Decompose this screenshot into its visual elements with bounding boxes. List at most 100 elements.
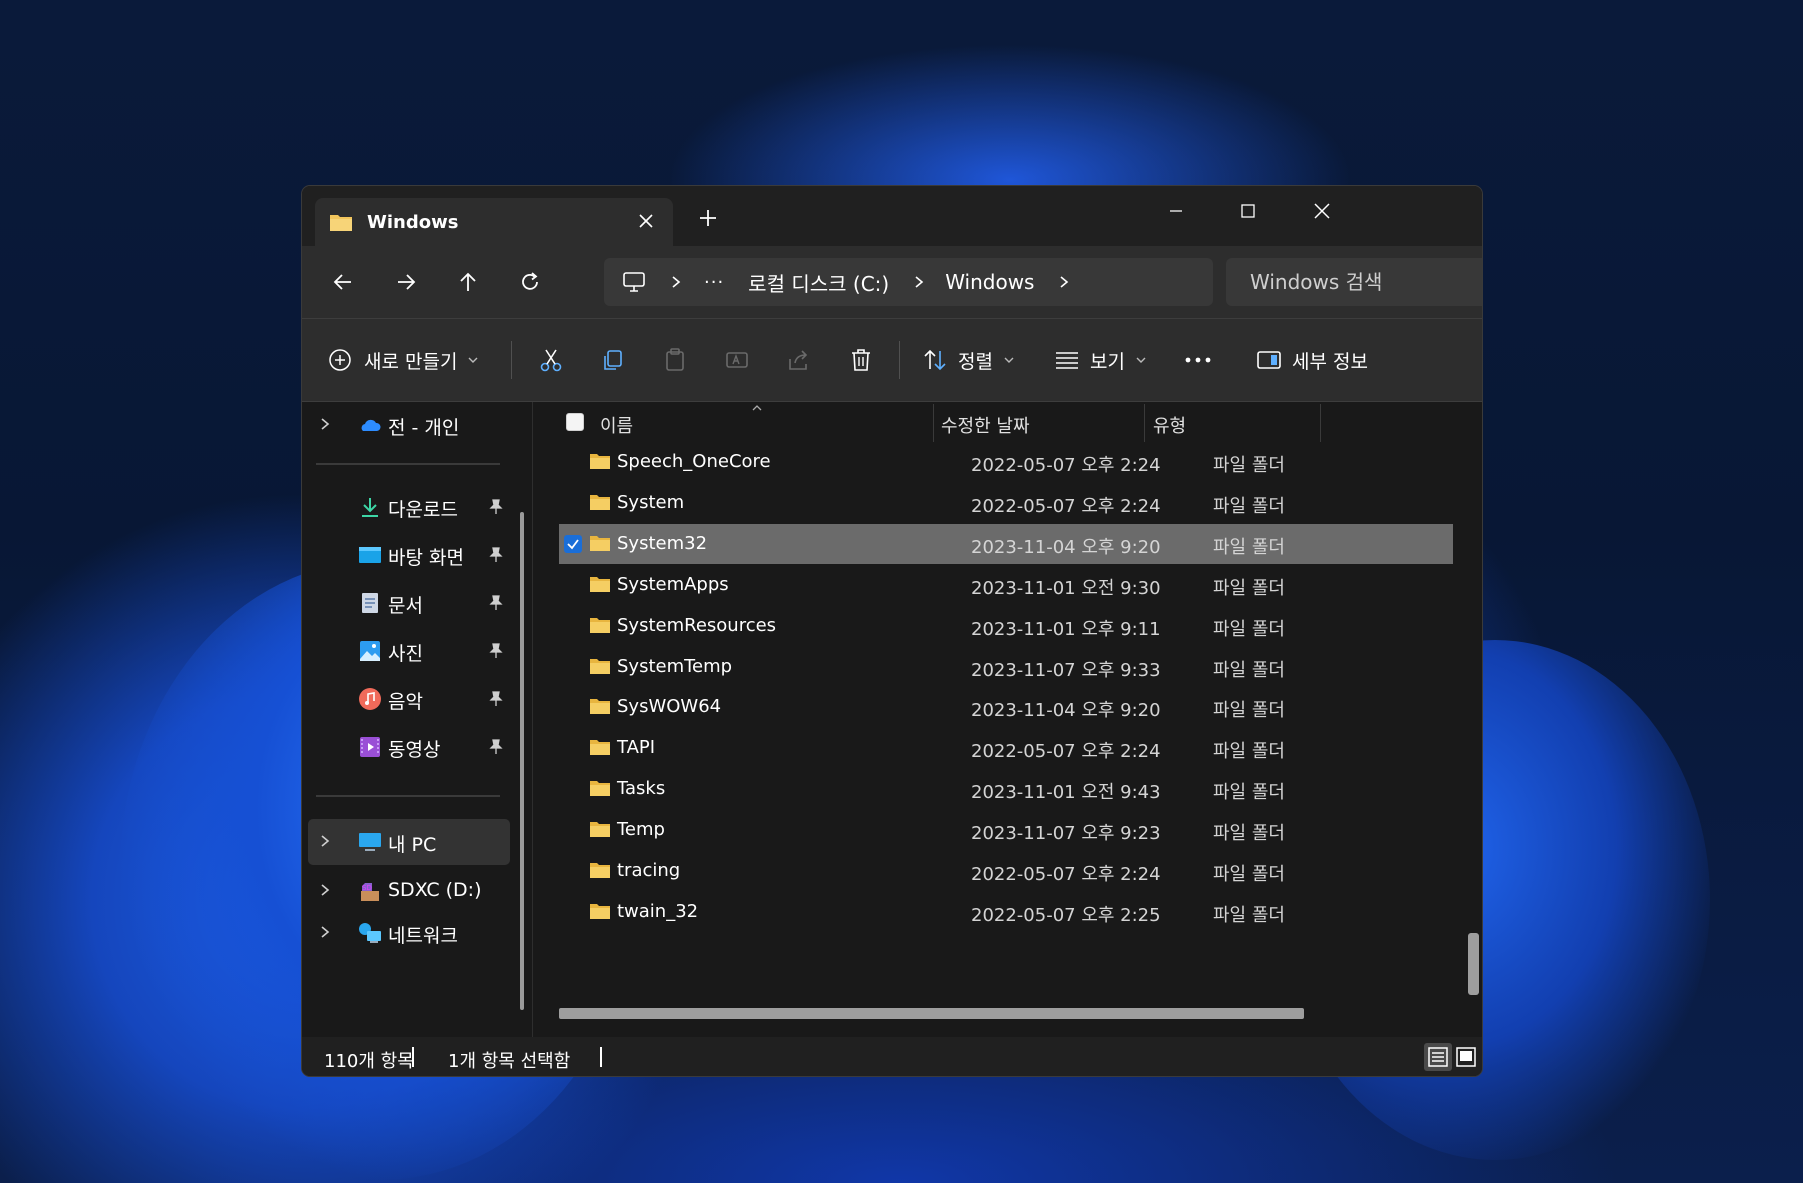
tiles-view-button[interactable] <box>1452 1043 1480 1071</box>
file-row[interactable]: SysWOW64 2023-11-04 오후 9:20 파일 폴더 <box>559 687 1453 727</box>
file-row[interactable]: twain_32 2022-05-07 오후 2:25 파일 폴더 <box>559 892 1453 932</box>
sort-button[interactable]: 정렬 <box>922 340 1015 380</box>
chevron-right-icon[interactable] <box>670 275 682 289</box>
close-tab-icon[interactable] <box>635 210 657 232</box>
navigation-scrollbar[interactable] <box>520 512 524 1010</box>
pin-icon[interactable] <box>488 642 504 660</box>
file-row[interactable]: System 2022-05-07 오후 2:24 파일 폴더 <box>559 483 1453 523</box>
column-divider[interactable] <box>933 404 934 442</box>
sidebar-item-label: 동영상 <box>388 739 441 761</box>
row-checkbox[interactable] <box>564 534 582 553</box>
sidebar-item-label: 문서 <box>388 595 423 617</box>
delete-button[interactable] <box>848 340 874 380</box>
chevron-right-icon[interactable] <box>320 925 330 939</box>
pin-icon[interactable] <box>488 498 504 516</box>
chevron-right-icon[interactable] <box>320 834 330 848</box>
chevron-right-icon[interactable] <box>320 417 330 431</box>
sidebar-item-downloads[interactable]: 다운로드 <box>308 484 510 530</box>
forward-button[interactable] <box>390 266 422 298</box>
search-input[interactable] <box>1248 269 1472 295</box>
more-options-button[interactable] <box>1184 340 1212 380</box>
column-divider[interactable] <box>1144 404 1145 442</box>
sidebar-item-this-pc[interactable]: 내 PC <box>308 819 510 865</box>
folder-icon <box>590 781 610 797</box>
new-button[interactable]: 새로 만들기 <box>328 340 479 380</box>
file-row[interactable]: tracing 2022-05-07 오후 2:24 파일 폴더 <box>559 851 1453 891</box>
file-date: 2022-05-07 오후 2:25 <box>971 904 1161 926</box>
folder-icon <box>590 535 610 551</box>
search-box[interactable] <box>1226 258 1482 306</box>
sidebar-item-onedrive[interactable]: 전 - 개인 <box>308 402 510 448</box>
select-all-checkbox[interactable] <box>566 413 584 431</box>
column-header-date[interactable]: 수정한 날짜 <box>941 412 1030 438</box>
sidebar-item-desktop[interactable]: 바탕 화면 <box>308 532 510 578</box>
address-bar[interactable]: ··· 로컬 디스크 (C:) Windows <box>604 258 1213 306</box>
arrow-up-icon <box>460 272 476 291</box>
paste-button[interactable] <box>662 340 688 380</box>
maximize-button[interactable] <box>1228 196 1268 226</box>
details-pane-button[interactable]: 세부 정보 <box>1256 340 1368 380</box>
new-tab-icon[interactable] <box>696 206 720 230</box>
navigation-bar: ··· 로컬 디스크 (C:) Windows <box>302 246 1482 319</box>
chevron-down-icon <box>468 357 478 363</box>
details-view-button[interactable] <box>1424 1043 1452 1071</box>
column-header-row: 이름 수정한 날짜 유형 <box>533 402 1482 444</box>
close-button[interactable] <box>1302 196 1342 226</box>
sidebar-item-videos[interactable]: 동영상 <box>308 724 510 770</box>
pin-icon[interactable] <box>488 738 504 756</box>
copy-button[interactable] <box>600 340 626 380</box>
sidebar-item-network[interactable]: 네트워크 <box>308 910 510 956</box>
vertical-scrollbar[interactable] <box>1468 933 1479 995</box>
breadcrumb-windows[interactable]: Windows <box>945 270 1034 294</box>
sidebar-item-label: 바탕 화면 <box>388 547 464 569</box>
cut-button[interactable] <box>538 340 564 380</box>
column-header-type[interactable]: 유형 <box>1153 412 1186 438</box>
chevron-down-icon <box>1004 357 1014 363</box>
sort-icon <box>924 349 946 371</box>
tab-windows[interactable]: Windows <box>315 198 673 246</box>
file-date: 2023-11-01 오전 9:43 <box>971 782 1161 804</box>
view-button[interactable]: 보기 <box>1054 340 1147 380</box>
pin-icon[interactable] <box>488 690 504 708</box>
sidebar-item-music[interactable]: 음악 <box>308 676 510 722</box>
refresh-button[interactable] <box>514 266 546 298</box>
sidebar-item-label: 음악 <box>388 691 423 713</box>
sidebar-item-label: 네트워크 <box>388 925 458 947</box>
chevron-right-icon[interactable] <box>913 275 925 289</box>
divider <box>511 341 512 379</box>
sidebar-item-pictures[interactable]: 사진 <box>308 628 510 674</box>
column-header-name[interactable]: 이름 <box>600 412 633 438</box>
file-type: 파일 폴더 <box>1213 455 1285 476</box>
file-row[interactable]: SystemApps 2023-11-01 오전 9:30 파일 폴더 <box>559 565 1453 605</box>
file-name: TAPI <box>617 737 656 759</box>
sidebar-item-sdxc[interactable]: SD SDXC (D:) <box>308 868 510 914</box>
file-row[interactable]: SystemResources 2023-11-01 오후 9:11 파일 폴더 <box>559 606 1453 646</box>
file-explorer-window: Windows ··· 로컬 디스크 (C:) Windows Windows … <box>301 185 1483 1077</box>
file-row[interactable]: Tasks 2023-11-01 오전 9:43 파일 폴더 <box>559 769 1453 809</box>
back-button[interactable] <box>327 266 359 298</box>
share-button[interactable] <box>786 340 812 380</box>
chevron-right-icon[interactable] <box>1058 275 1070 289</box>
breadcrumb-overflow[interactable]: ··· <box>704 272 724 293</box>
minimize-button[interactable] <box>1156 196 1196 226</box>
horizontal-scrollbar[interactable] <box>559 1008 1304 1019</box>
pin-icon[interactable] <box>488 594 504 612</box>
file-row[interactable]: TAPI 2022-05-07 오후 2:24 파일 폴더 <box>559 728 1453 768</box>
file-date: 2023-11-07 오후 9:23 <box>971 823 1161 845</box>
column-divider[interactable] <box>1320 404 1321 442</box>
file-row[interactable]: System32 2023-11-04 오후 9:20 파일 폴더 <box>559 523 1453 564</box>
chevron-right-icon[interactable] <box>320 883 330 897</box>
file-row[interactable]: Speech_OneCore 2022-05-07 오후 2:24 파일 폴더 <box>559 442 1453 482</box>
pin-icon[interactable] <box>488 546 504 564</box>
more-icon <box>1185 357 1211 363</box>
rename-button[interactable] <box>724 340 750 380</box>
file-date: 2022-05-07 오후 2:24 <box>971 455 1161 476</box>
sidebar-item-documents[interactable]: 문서 <box>308 580 510 626</box>
file-date: 2022-05-07 오후 2:24 <box>971 495 1161 517</box>
tiles-view-icon <box>1456 1047 1476 1067</box>
up-button[interactable] <box>452 266 484 298</box>
file-type: 파일 폴더 <box>1213 495 1285 517</box>
file-row[interactable]: SystemTemp 2023-11-07 오후 9:33 파일 폴더 <box>559 647 1453 687</box>
breadcrumb-local-disk[interactable]: 로컬 디스크 (C:) <box>748 268 889 297</box>
file-row[interactable]: Temp 2023-11-07 오후 9:23 파일 폴더 <box>559 810 1453 850</box>
